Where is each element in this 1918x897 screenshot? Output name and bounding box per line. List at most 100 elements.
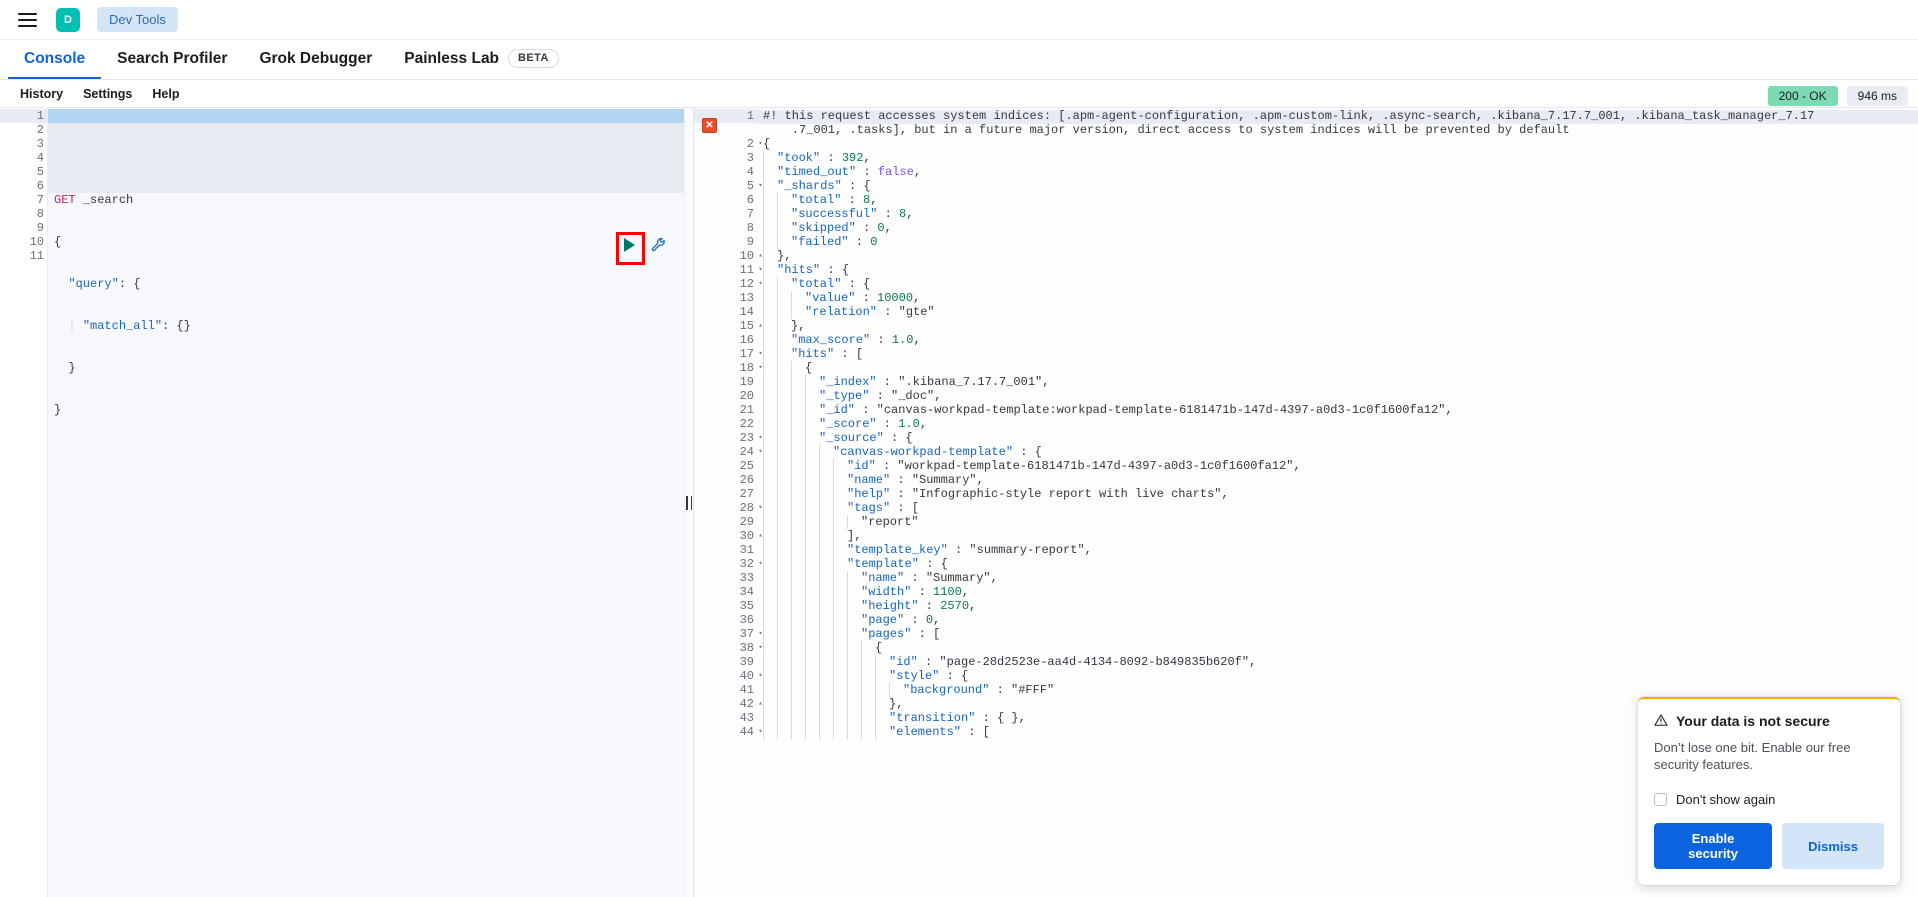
response-status: 200 - OK 946 ms [1767, 86, 1908, 106]
response-code-line: "width" : 1100, [757, 585, 1918, 599]
response-gutter-line: 33 [739, 571, 754, 585]
tab-search-profiler[interactable]: Search Profiler [101, 40, 243, 79]
response-gutter-line: 18 ▾ [739, 361, 763, 375]
tab-grok-debugger-label: Grok Debugger [259, 49, 373, 67]
avatar[interactable]: D [56, 7, 80, 32]
response-gutter-line: 14 [739, 305, 754, 319]
beta-badge: BETA [508, 49, 559, 68]
pane-splitter[interactable] [684, 108, 694, 897]
response-gutter-line: 39 [739, 655, 754, 669]
dismiss-button[interactable]: Dismiss [1782, 823, 1884, 869]
checkbox-box[interactable] [1654, 793, 1667, 806]
request-gutter-line: 10 [29, 235, 44, 249]
response-gutter-line: 34 [739, 585, 754, 599]
request-path: _search [82, 193, 134, 207]
response-code-line: "pages" : [ [757, 627, 1918, 641]
tab-grok-debugger[interactable]: Grok Debugger [243, 40, 388, 79]
response-warning-line-2: .7_001, .tasks], but in a future major v… [763, 123, 1570, 137]
response-gutter-line: 2 ▾ [746, 137, 763, 151]
response-code-line: "skipped" : 0, [757, 221, 1918, 235]
response-gutter-line: 12 ▾ [739, 277, 763, 291]
response-gutter-line: 38 ▾ [739, 641, 763, 655]
request-gutter-line: 4 [36, 151, 44, 165]
response-warning-line-1: #! this request accesses system indices:… [757, 109, 1918, 124]
response-code-line: "_score" : 1.0, [757, 417, 1918, 431]
response-code-line: "template" : { [757, 557, 1918, 571]
response-gutter-line: 28 ▾ [739, 501, 763, 515]
response-code-line: "id" : "page-28d2523e-aa4d-4134-8092-b84… [757, 655, 1918, 669]
request-gutter-line: 6▴ [36, 179, 53, 193]
wrench-icon[interactable] [648, 234, 670, 256]
response-code-line: "relation" : "gte" [757, 305, 1918, 319]
request-line-1: GET _search [48, 193, 684, 207]
request-gutter: 12▾3▾45▴6▴7891011 [0, 108, 53, 897]
security-toast: Your data is not secure Don’t lose one b… [1638, 696, 1900, 885]
toast-body: Don’t lose one bit. Enable our free secu… [1654, 739, 1851, 773]
breadcrumb[interactable]: Dev Tools [97, 7, 178, 32]
kibana-dev-tools-app: D Dev Tools Console Search Profiler Grok… [0, 0, 1918, 897]
response-code-line: "hits" : { [757, 263, 1918, 277]
response-code-line: "timed_out" : false, [757, 165, 1918, 179]
request-gutter-line: 5▴ [36, 165, 53, 179]
request-gutter-line: 11 [29, 249, 44, 263]
response-code-line: "_shards" : { [757, 179, 1918, 193]
response-gutter-line: 15 ▴ [739, 319, 763, 333]
response-code-line: "tags" : [ [757, 501, 1918, 515]
response-gutter-line: 36 [739, 613, 754, 627]
request-line-5: } [54, 361, 76, 375]
response-gutter-line: 17 ▾ [739, 347, 763, 361]
response-gutter-line: 6 [746, 193, 754, 207]
response-gutter-line: 16 [739, 333, 754, 347]
editor-actions [616, 232, 670, 258]
subnav-item-settings[interactable]: Settings [73, 87, 142, 101]
response-code-line: "report" [757, 515, 1918, 529]
hamburger-menu-icon[interactable] [10, 3, 44, 37]
response-code-line: "_id" : "canvas-workpad-template:workpad… [757, 403, 1918, 417]
request-editor[interactable]: 12▾3▾45▴6▴7891011 GET _search { "query":… [0, 108, 684, 897]
response-code-line: "successful" : 8, [757, 207, 1918, 221]
tab-painless-lab[interactable]: Painless Lab BETA [388, 40, 575, 79]
response-gutter-line: 42 ▴ [739, 697, 763, 711]
subnav-item-history[interactable]: History [10, 87, 73, 101]
response-gutter-line: 26 [739, 473, 754, 487]
response-gutter-line: 35 [739, 599, 754, 613]
request-line-2: { [54, 235, 62, 249]
enable-security-button[interactable]: Enable security [1654, 823, 1773, 869]
request-query-key: "query": { [68, 277, 141, 291]
response-code-line: "style" : { [757, 669, 1918, 683]
request-gutter-line: 3▾ [36, 137, 53, 151]
response-code-line: "height" : 2570, [757, 599, 1918, 613]
request-editor-pane: 12▾3▾45▴6▴7891011 GET _search { "query":… [0, 108, 684, 897]
response-code-line: "name" : "Summary", [757, 473, 1918, 487]
response-gutter-line: 10 ▴ [739, 249, 763, 263]
response-gutter-line: 25 [739, 459, 754, 473]
tab-console-label: Console [24, 49, 86, 67]
response-gutter-line: 11 ▾ [739, 263, 763, 277]
response-code-line: "canvas-workpad-template" : { [757, 445, 1918, 459]
response-code-line: "hits" : [ [757, 347, 1918, 361]
response-code-line: "_type" : "_doc", [757, 389, 1918, 403]
active-line-highlight [48, 109, 684, 123]
toast-title-row: Your data is not secure [1654, 713, 1884, 730]
response-gutter-line: 31 [739, 543, 754, 557]
dont-show-again-checkbox[interactable]: Don't show again [1654, 792, 1884, 807]
response-gutter-line: 20 [739, 389, 754, 403]
http-method: GET [54, 193, 76, 207]
splitter-grip-icon [686, 495, 692, 510]
subnav-item-help[interactable]: Help [142, 87, 189, 101]
tab-console[interactable]: Console [8, 40, 102, 79]
request-gutter-line: 8 [36, 207, 44, 221]
response-gutter-line: 19 [739, 375, 754, 389]
response-gutter-line: 4 [746, 165, 754, 179]
response-gutter-line: 21 [739, 403, 754, 417]
duration-badge: 946 ms [1846, 86, 1908, 106]
response-gutter-line: 41 [739, 683, 754, 697]
play-icon[interactable] [616, 232, 642, 258]
toast-buttons: Enable security Dismiss [1654, 823, 1884, 869]
response-gutter-line: 13 [739, 291, 754, 305]
console-body: 12▾3▾45▴6▴7891011 GET _search { "query":… [0, 107, 1918, 897]
error-x-icon[interactable]: ✕ [702, 118, 717, 133]
response-code-line: "total" : 8, [757, 193, 1918, 207]
request-code[interactable]: GET _search { "query": { | "match_all": … [48, 108, 684, 897]
request-line-6: } [54, 403, 62, 417]
